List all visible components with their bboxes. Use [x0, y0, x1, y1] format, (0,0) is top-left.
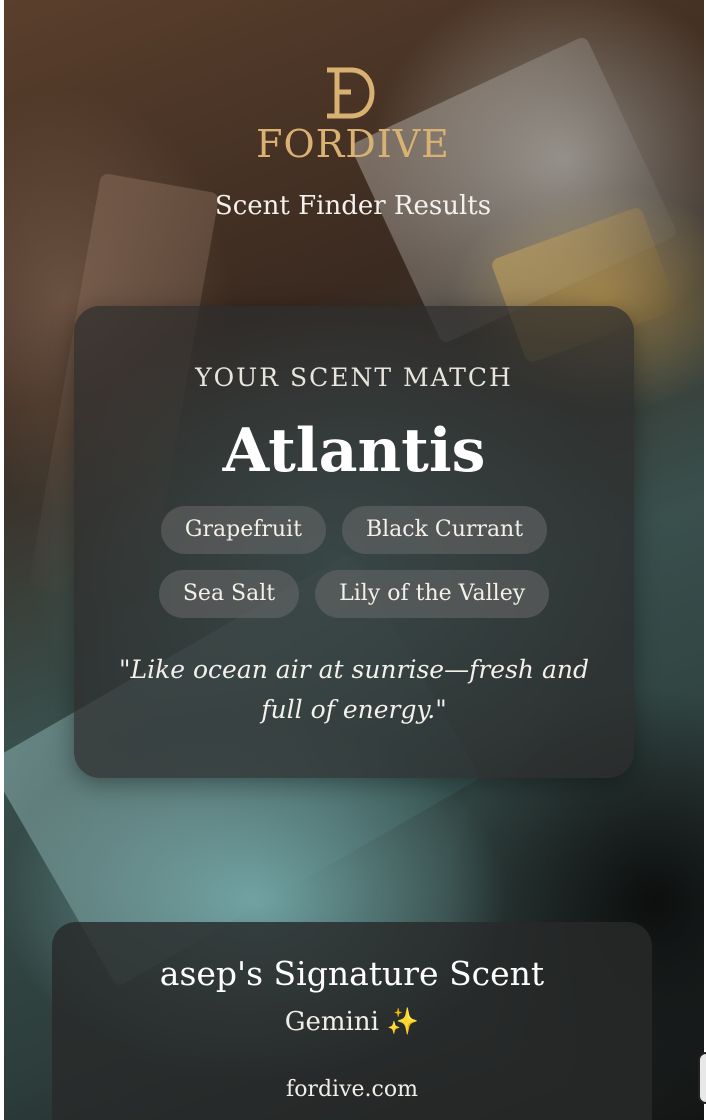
website-link[interactable]: fordive.com — [52, 1074, 652, 1106]
signature-scent-card: asep's Signature Scent Gemini ✨ fordive.c… — [52, 922, 652, 1120]
signature-scent-title: asep's Signature Scent — [159, 954, 545, 993]
sparkles-icon: ✨ — [386, 1007, 420, 1037]
scent-name: Atlantis — [222, 416, 486, 486]
zodiac-sign-label: Gemini — [284, 1007, 379, 1037]
scent-match-card: YOUR SCENT MATCH Atlantis Grapefruit Bla… — [74, 306, 634, 778]
fd-monogram-icon — [327, 67, 375, 119]
page-subtitle: Scent Finder Results — [214, 191, 492, 221]
scent-notes-row: Grapefruit Black Currant — [74, 506, 634, 554]
brand-name: FORDIVE — [256, 122, 450, 166]
zodiac-sign: Gemini ✨ — [52, 1004, 652, 1040]
scent-note-chip: Grapefruit — [160, 506, 326, 554]
scent-description-quote: "Like ocean air at sunrise—fresh and ful… — [119, 655, 589, 724]
side-tab-handle[interactable] — [698, 1052, 706, 1104]
scent-note-chip: Lily of the Valley — [315, 570, 550, 618]
scent-match-label: YOUR SCENT MATCH — [195, 363, 513, 392]
results-page: FORDIVE Scent Finder Results YOUR SCENT … — [0, 0, 706, 1120]
results-content: FORDIVE Scent Finder Results YOUR SCENT … — [0, 0, 706, 1120]
scent-note-chip: Black Currant — [341, 506, 548, 554]
scent-note-chip: Sea Salt — [158, 570, 300, 618]
scent-notes-row: Sea Salt Lily of the Valley — [74, 570, 634, 618]
